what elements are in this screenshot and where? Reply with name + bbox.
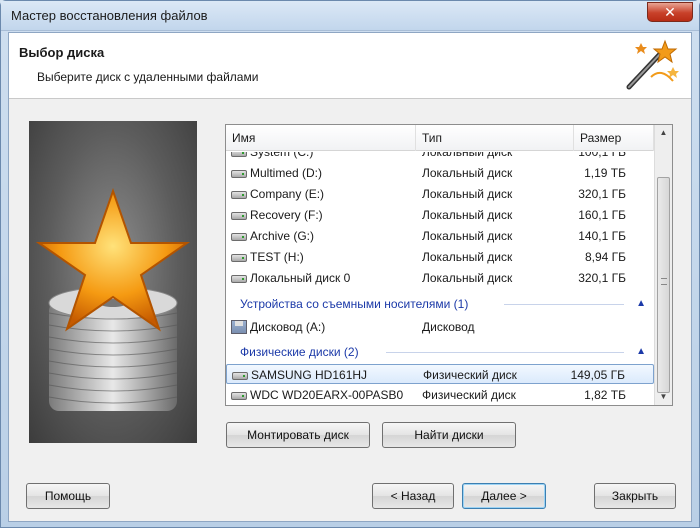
list-item[interactable]: Дисковод (A:) Дисковод [226, 317, 654, 337]
list-item[interactable]: WDC WD20EARX-00PASB0 Физический диск 1,8… [226, 385, 654, 405]
find-disks-button[interactable]: Найти диски [382, 422, 516, 448]
hard-disk-icon [231, 233, 247, 241]
item-name: WDC WD20EARX-00PASB0 [250, 388, 404, 402]
grip-icon [661, 278, 667, 285]
column-header-name[interactable]: Имя [226, 125, 416, 151]
mount-disk-button[interactable]: Монтировать диск [226, 422, 370, 448]
list-rows: System (C:) Локальный диск 100,1 ГБ Mult… [226, 152, 654, 405]
item-name: SAMSUNG HD161HJ [251, 368, 368, 382]
item-name: System (C:) [250, 152, 314, 159]
item-type: Локальный диск [422, 271, 513, 285]
item-size: 140,1 ГБ [578, 229, 626, 243]
disk-list[interactable]: Имя Тип Размер System (C:) Локальный дис… [225, 124, 673, 406]
chevron-up-icon[interactable]: ▲ [636, 294, 646, 314]
hard-disk-icon [231, 191, 247, 199]
item-name: Company (E:) [250, 187, 325, 201]
back-button[interactable]: < Назад [372, 483, 454, 509]
item-name: TEST (H:) [250, 250, 304, 264]
magic-wand-icon [626, 39, 679, 90]
floppy-drive-icon [231, 320, 247, 334]
item-name: Дисковод (A:) [250, 320, 326, 334]
item-size: 100,1 ГБ [578, 152, 626, 159]
group-label: Физические диски (2) [240, 345, 359, 359]
list-item[interactable]: System (C:) Локальный диск 100,1 ГБ [226, 152, 654, 162]
page-title: Выбор диска [19, 45, 105, 60]
hard-disk-icon [231, 170, 247, 178]
wizard-header: Выбор диска Выберите диск с удаленными ф… [9, 33, 691, 99]
hard-disk-icon [231, 152, 247, 157]
item-name: Recovery (F:) [250, 208, 323, 222]
hard-disk-icon [231, 392, 247, 400]
item-type: Дисковод [422, 320, 475, 334]
group-divider [386, 352, 624, 353]
close-window-button[interactable]: ✕ [647, 2, 693, 22]
scroll-up-icon[interactable]: ▲ [655, 125, 672, 141]
close-button[interactable]: Закрыть [594, 483, 676, 509]
list-item[interactable]: Company (E:) Локальный диск 320,1 ГБ [226, 184, 654, 204]
list-item[interactable]: Локальный диск 0 Локальный диск 320,1 ГБ [226, 268, 654, 288]
item-name: Локальный диск 0 [250, 271, 351, 285]
list-item[interactable]: Archive (G:) Локальный диск 140,1 ГБ [226, 226, 654, 246]
item-type: Локальный диск [422, 187, 513, 201]
wizard-client-area: Выбор диска Выберите диск с удаленными ф… [8, 32, 692, 522]
item-size: 149,05 ГБ [570, 368, 625, 382]
hard-disk-icon [231, 254, 247, 262]
disk-star-illustration [29, 121, 197, 443]
scroll-down-icon[interactable]: ▼ [655, 389, 672, 405]
chevron-up-icon[interactable]: ▲ [636, 342, 646, 362]
item-type: Физический диск [422, 388, 516, 402]
item-type: Физический диск [423, 368, 517, 382]
scroll-thumb[interactable] [657, 177, 670, 393]
item-name: Multimed (D:) [250, 166, 323, 180]
hard-disk-icon [232, 372, 248, 380]
item-type: Локальный диск [422, 229, 513, 243]
column-header-type[interactable]: Тип [416, 125, 574, 151]
page-subtitle: Выберите диск с удаленными файлами [37, 70, 259, 84]
column-header-size[interactable]: Размер [574, 125, 654, 151]
list-header: Имя Тип Размер [226, 125, 654, 151]
hard-disk-icon [231, 275, 247, 283]
next-button[interactable]: Далее > [462, 483, 546, 509]
group-label: Устройства со съемными носителями (1) [240, 297, 469, 311]
title-bar: Мастер восстановления файлов ✕ [1, 1, 699, 31]
help-button[interactable]: Помощь [26, 483, 110, 509]
item-size: 320,1 ГБ [578, 187, 626, 201]
hard-disk-icon [231, 212, 247, 220]
item-type: Локальный диск [422, 166, 513, 180]
item-size: 1,19 ТБ [584, 166, 626, 180]
item-type: Локальный диск [422, 152, 513, 159]
wizard-window: Мастер восстановления файлов ✕ Выбор дис… [0, 0, 700, 528]
vertical-scrollbar[interactable]: ▲ ▼ [654, 125, 672, 405]
list-item[interactable]: Multimed (D:) Локальный диск 1,19 ТБ [226, 163, 654, 183]
group-removable-devices[interactable]: Устройства со съемными носителями (1) ▲ [226, 294, 654, 314]
item-size: 160,1 ГБ [578, 208, 626, 222]
window-title: Мастер восстановления файлов [11, 8, 208, 23]
item-size: 1,82 ТБ [584, 388, 626, 402]
item-size: 320,1 ГБ [578, 271, 626, 285]
list-item-selected[interactable]: SAMSUNG HD161HJ Физический диск 149,05 Г… [226, 364, 654, 384]
item-name: Archive (G:) [250, 229, 315, 243]
item-type: Локальный диск [422, 250, 513, 264]
group-physical-disks[interactable]: Физические диски (2) ▲ [226, 342, 654, 362]
item-type: Локальный диск [422, 208, 513, 222]
item-size: 8,94 ГБ [584, 250, 626, 264]
list-item[interactable]: TEST (H:) Локальный диск 8,94 ГБ [226, 247, 654, 267]
group-divider [504, 304, 624, 305]
list-item[interactable]: Recovery (F:) Локальный диск 160,1 ГБ [226, 205, 654, 225]
